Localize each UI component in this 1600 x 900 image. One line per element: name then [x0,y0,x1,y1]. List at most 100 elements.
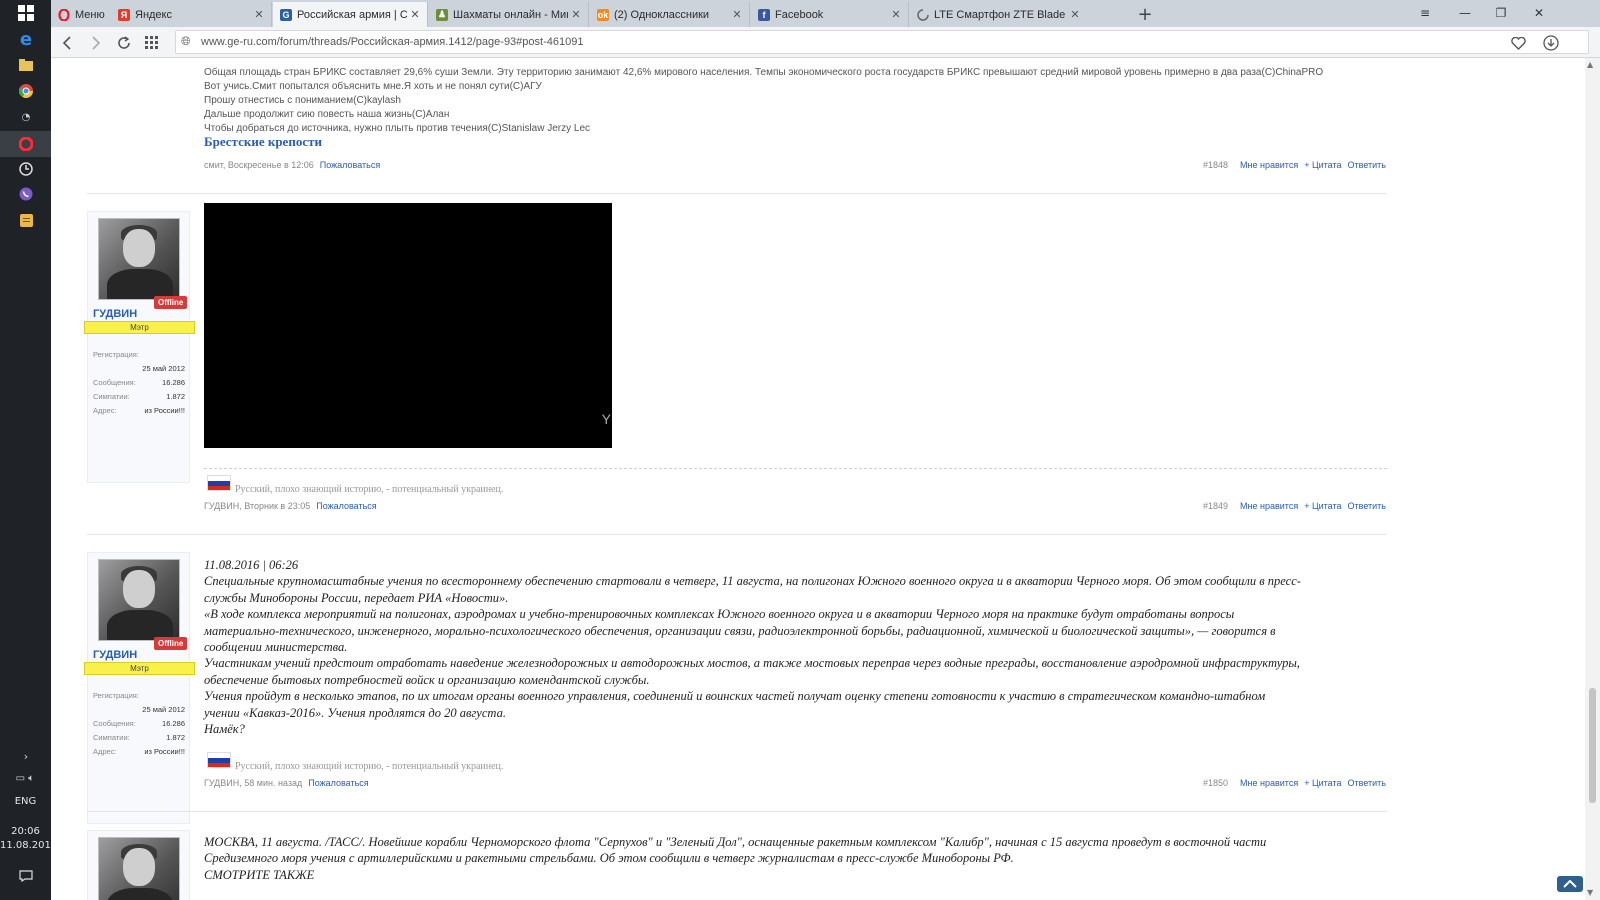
back-icon[interactable] [55,31,79,55]
stat-value: из России!!! [144,747,185,756]
post-paragraph[interactable]: СМОТРИТЕ ТАКЖЕ [204,867,1304,883]
quote-link[interactable]: + Цитата [1304,778,1341,788]
opera-icon[interactable] [13,132,39,156]
report-link[interactable]: Пожаловаться [320,160,380,170]
close-icon[interactable]: ✕ [568,8,584,21]
tab-menu-icon[interactable]: ≡ [1407,0,1443,26]
post-author-date[interactable]: ГУДВИН, Вторник в 23:05 [204,501,310,511]
speed-dial-icon[interactable] [140,31,164,55]
file-explorer-icon[interactable] [13,53,39,77]
post-meta: ГУДВИН, 58 мин. назад Пожаловаться [204,778,369,788]
scroll-thumb[interactable] [1589,688,1596,803]
tab-facebook[interactable]: f Facebook ✕ [751,2,909,27]
avatar[interactable] [98,837,180,900]
page-scrollbar[interactable]: ▲ ▼ [1585,58,1600,900]
stat-label: Сообщения: [93,719,136,728]
post-actions: #1850 Мне нравится + Цитата Ответить [1101,778,1386,788]
download-icon[interactable] [1539,31,1563,55]
minimize-icon[interactable]: — [1447,0,1483,26]
viber-icon[interactable] [13,182,39,206]
signature-line: Дальше продолжит сию повесть наша жизнь(… [204,109,450,120]
tab-russian-army[interactable]: G Российская армия | Стра ✕ [273,2,428,27]
stat-label: Симпатии: [93,392,130,401]
embedded-video[interactable]: Y [204,203,612,448]
post-author-date[interactable]: ГУДВИН, 58 мин. назад [204,778,302,788]
url-text[interactable]: www.ge-ru.com/forum/threads/Российская-а… [201,36,583,48]
tray-date[interactable]: 11.08.2016 [0,840,57,851]
action-center-icon[interactable] [13,864,39,888]
stat-value[interactable]: 16.286 [162,376,185,390]
report-link[interactable]: Пожаловаться [308,778,368,788]
bookmark-heart-icon[interactable] [1506,31,1530,55]
forum-favicon-icon: G [280,8,292,21]
post-number[interactable]: #1848 [1203,160,1228,170]
clock-icon[interactable] [13,157,39,181]
new-tab-button[interactable]: + [1134,2,1156,26]
scroll-down-icon[interactable]: ▼ [1587,888,1593,897]
like-link[interactable]: Мне нравится [1240,778,1298,788]
post-body: 11.08.2016 | 06:26 Специальные крупномас… [204,557,1304,737]
reload-icon[interactable] [112,31,136,55]
like-link[interactable]: Мне нравится [1240,501,1298,511]
signature-title-link[interactable]: Брестские крепости [204,134,322,150]
post-date-line: 11.08.2016 | 06:26 [204,558,299,572]
tray-time[interactable]: 20:06 [0,826,51,837]
stat-label: Сообщения: [93,378,136,387]
post-meta: ГУДВИН, Вторник в 23:05 Пожаловаться [204,501,377,511]
post-number[interactable]: #1849 [1203,501,1228,511]
stat-value[interactable]: 16.286 [162,717,185,731]
tray-language[interactable]: ENG [0,796,51,807]
stat-value: 1.872 [166,733,185,742]
chrome-icon[interactable] [13,79,39,103]
close-icon[interactable]: ✕ [729,8,745,21]
post-number[interactable]: #1850 [1203,778,1228,788]
tab-strip: Меню Я Яндекс ✕ G Российская армия | Стр… [51,0,1600,27]
report-link[interactable]: Пожаловаться [316,501,376,511]
window-close-icon[interactable]: ✕ [1521,0,1557,26]
facebook-favicon-icon: f [758,8,770,21]
restore-icon[interactable]: ❐ [1483,0,1519,26]
forward-icon[interactable] [84,31,108,55]
edge-icon[interactable]: e [13,27,39,51]
tab-odnoklassniki[interactable]: ok (2) Одноклассники ✕ [590,2,750,27]
close-icon[interactable]: ✕ [1067,8,1083,21]
scroll-to-top-button[interactable] [1557,876,1583,892]
avatar[interactable] [98,559,180,641]
scroll-up-icon[interactable]: ▲ [1587,60,1593,69]
tab-zte[interactable]: LTE Смартфон ZTE Blade ✕ [910,2,1133,27]
close-icon[interactable]: ✕ [888,8,904,21]
like-link[interactable]: Мне нравится [1240,160,1298,170]
post-actions: #1849 Мне нравится + Цитата Ответить [1101,501,1386,511]
quote-link[interactable]: + Цитата [1304,501,1341,511]
windows-start-icon[interactable] [13,1,39,25]
avatar[interactable] [98,218,180,300]
username-link[interactable]: ГУДВИН [93,308,137,320]
tab-label: (2) Одноклассники [614,8,710,21]
tab-label: Шахматы онлайн - Мини [453,8,568,21]
post-divider [87,811,1387,812]
tab-yandex[interactable]: Я Яндекс ✕ [111,2,272,27]
notes-icon[interactable] [13,208,39,232]
chevron-right-icon[interactable]: › [13,744,39,768]
close-icon[interactable]: ✕ [407,8,423,21]
tray-network-volume-icon[interactable]: ▭ 🔈︎ [5,766,45,790]
post-paragraph: МОСКВА, 11 августа. /ТАСС/. Новейшие кор… [204,835,1267,866]
reply-link[interactable]: Ответить [1348,501,1386,511]
post-meta: смит, Воскресенье в 12:06 Пожаловаться [204,160,380,170]
username-link[interactable]: ГУДВИН [93,649,137,661]
address-bar: 🌐︎ www.ge-ru.com/forum/threads/Российска… [51,27,1600,58]
stat-label: Регистрация: [93,350,139,359]
user-info-panel: Offline ГУДВИН Мэтр Регистрация: 25 май … [84,552,195,824]
post-author-date[interactable]: смит, Воскресенье в 12:06 [204,160,314,170]
post-divider [87,193,1387,194]
close-icon[interactable]: ✕ [251,8,267,21]
network-icon[interactable]: ◔ [13,105,39,129]
post-paragraph: Участникам учений предстоит отработать н… [204,656,1300,687]
tab-chess[interactable]: ♟ Шахматы онлайн - Мини ✕ [429,2,589,27]
reply-link[interactable]: Ответить [1348,160,1386,170]
quote-link[interactable]: + Цитата [1304,160,1341,170]
url-input[interactable]: 🌐︎ www.ge-ru.com/forum/threads/Российска… [175,30,1589,54]
tab-menu[interactable]: Меню [51,2,107,27]
reply-link[interactable]: Ответить [1348,778,1386,788]
globe-icon: 🌐︎ [181,34,191,48]
